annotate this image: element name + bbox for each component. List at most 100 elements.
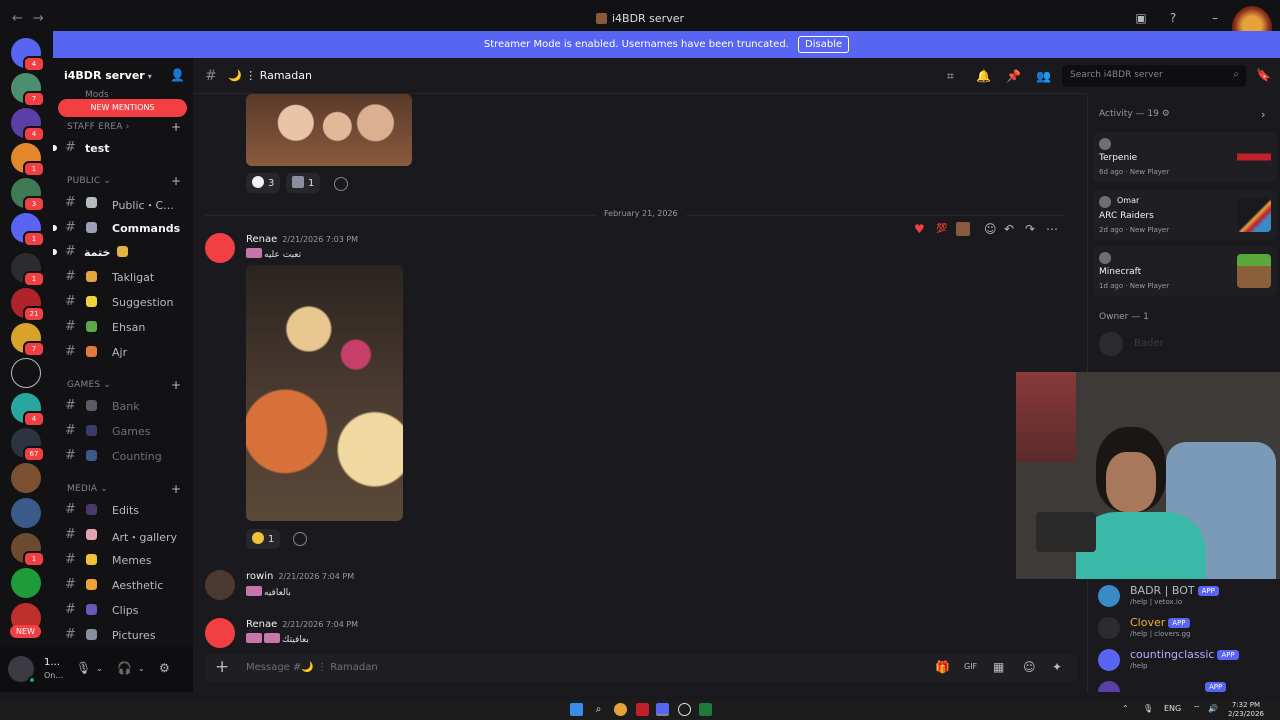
reaction-heart[interactable]: 3	[246, 173, 281, 193]
search-icon[interactable]: ⌕	[592, 703, 605, 716]
add-channel-icon[interactable]: +	[171, 482, 181, 496]
chevron-down-icon[interactable]: ⌄	[138, 664, 145, 673]
server-icon[interactable]: 1	[11, 533, 45, 567]
gif-icon[interactable]: GIF	[964, 662, 977, 671]
message-input[interactable]: Message #🌙 ⋮ Ramadan	[246, 662, 378, 673]
server-icon[interactable]: 3	[11, 178, 45, 212]
wifi-icon[interactable]: ⌔	[1193, 704, 1201, 714]
chevron-up-icon[interactable]: ⌃	[1122, 704, 1129, 713]
server-icon[interactable]: 21	[11, 288, 45, 322]
activity-card[interactable]: Terpenie 6d ago · New Player	[1093, 132, 1277, 182]
reaction-yum[interactable]: 1	[246, 529, 281, 549]
channel-suggestion[interactable]: # Suggestion	[53, 291, 193, 313]
member-app[interactable]: APP	[1098, 678, 1280, 692]
heart-reaction-icon[interactable]: ♥	[914, 222, 925, 236]
channel-counting[interactable]: # Counting	[53, 445, 193, 467]
owner-name[interactable]: Bader	[1134, 338, 1164, 349]
category-public[interactable]: PUBLIC ⌄ +	[67, 174, 181, 188]
excel-icon[interactable]	[699, 703, 712, 716]
microphone-icon[interactable]: 🎙	[1143, 704, 1153, 713]
activity-card[interactable]: Omar ARC Raiders 2d ago · New Player	[1093, 190, 1277, 240]
channel-bank[interactable]: # Bank	[53, 395, 193, 417]
channel-public[interactable]: # Public・C...	[53, 192, 193, 214]
channel-khatma[interactable]: # ختمة	[53, 241, 193, 263]
server-icon[interactable]: 4	[11, 393, 45, 427]
reply-icon[interactable]: ↶	[1004, 222, 1014, 236]
custom-emoji-icon[interactable]	[956, 222, 970, 236]
attach-plus-icon[interactable]: +	[215, 657, 229, 677]
sticker-icon[interactable]: ▦	[993, 660, 1004, 674]
help-icon[interactable]: ?	[1166, 11, 1180, 25]
channel-edits[interactable]: # Edits	[53, 499, 193, 521]
server-icon[interactable]: 67	[11, 428, 45, 462]
server-icon[interactable]: 4	[11, 108, 45, 142]
members-icon[interactable]: 👥	[1036, 69, 1051, 83]
channel-aesthetic[interactable]: # Aesthetic	[53, 574, 193, 596]
inbox-icon[interactable]: ▣	[1134, 11, 1148, 25]
server-icon[interactable]: 7	[11, 73, 45, 107]
hundred-icon[interactable]: 💯	[936, 224, 947, 234]
emoji-icon[interactable]: ☺	[1023, 660, 1036, 674]
bell-icon[interactable]: 🔔	[976, 69, 991, 83]
more-icon[interactable]: ⋯	[1046, 222, 1058, 236]
channel-clips[interactable]: # Clips	[53, 599, 193, 621]
bookmark-icon[interactable]: 🔖	[1256, 68, 1271, 82]
server-icon[interactable]	[11, 568, 41, 598]
chevron-down-icon[interactable]: ⌄	[96, 664, 103, 673]
obs-icon[interactable]	[678, 703, 691, 716]
server-icon[interactable]	[11, 463, 41, 493]
add-reaction-icon[interactable]	[334, 177, 348, 191]
channel-takligat[interactable]: # Takligat	[53, 266, 193, 288]
search-input[interactable]: Search i4BDR server ⌕	[1062, 65, 1246, 87]
gear-icon[interactable]: ⚙	[159, 661, 170, 675]
avatar[interactable]	[1099, 332, 1123, 356]
server-icon[interactable]: 7	[11, 323, 45, 357]
category-staff[interactable]: STAFF EREA › +	[67, 120, 181, 134]
member-app[interactable]: countingclassic APP /help	[1098, 646, 1280, 676]
username[interactable]: 1...	[44, 657, 60, 668]
channel-test[interactable]: # test	[53, 137, 193, 159]
avatar[interactable]	[205, 570, 235, 600]
disable-button[interactable]: Disable	[798, 36, 850, 53]
channel-commands[interactable]: # Commands	[53, 217, 193, 239]
channel-memes[interactable]: # Memes	[53, 549, 193, 571]
start-icon[interactable]	[570, 703, 583, 716]
avatar[interactable]	[205, 233, 235, 263]
channel-games[interactable]: # Games	[53, 420, 193, 442]
member-app[interactable]: Clover APP /help | clovers.gg	[1098, 614, 1280, 644]
gift-icon[interactable]: 🎁	[935, 660, 950, 674]
invite-icon[interactable]: 👤	[170, 68, 185, 82]
avatar[interactable]	[205, 618, 235, 648]
channel-art-gallery[interactable]: # Art・gallery	[53, 524, 193, 546]
server-name[interactable]: i4BDR server ▾	[64, 69, 152, 82]
add-channel-icon[interactable]: +	[171, 378, 181, 392]
category-media[interactable]: MEDIA ⌄ +	[67, 482, 181, 496]
category-games[interactable]: GAMES ⌄ +	[67, 378, 181, 392]
server-icon[interactable]	[11, 358, 41, 388]
new-mentions-pill[interactable]: NEW MENTIONS	[58, 99, 187, 117]
threads-icon[interactable]: ⌗	[947, 69, 954, 84]
headphones-icon[interactable]: 🎧	[117, 661, 132, 675]
clock[interactable]: 7:32 PM 2/23/2026	[1228, 701, 1264, 719]
server-icon[interactable]: 1	[11, 213, 45, 247]
message-author[interactable]: Renae 2/21/2026 7:03 PM	[246, 234, 358, 245]
food-image[interactable]	[246, 94, 412, 166]
add-reaction-icon[interactable]: ☺	[984, 222, 997, 236]
channel-ajr[interactable]: # Ajr	[53, 341, 193, 363]
server-icon[interactable]: 1	[11, 143, 45, 177]
add-channel-icon[interactable]: +	[171, 174, 181, 188]
food-table-image[interactable]	[246, 265, 403, 521]
server-icon[interactable]: 1	[11, 253, 45, 287]
chrome-icon[interactable]	[614, 703, 627, 716]
activity-card[interactable]: Minecraft 1d ago · New Player	[1093, 246, 1277, 296]
channel-pictures[interactable]: # Pictures	[53, 624, 193, 646]
app-icon[interactable]	[636, 703, 649, 716]
add-channel-icon[interactable]: +	[171, 120, 181, 134]
add-reaction-icon[interactable]	[293, 532, 307, 546]
language-indicator[interactable]: ENG	[1164, 704, 1181, 713]
minimize-icon[interactable]: –	[1208, 11, 1222, 25]
forward-icon[interactable]: ↷	[1025, 222, 1035, 236]
chevron-right-icon[interactable]: ›	[1261, 108, 1265, 121]
discord-icon[interactable]	[656, 703, 669, 716]
message-author[interactable]: rowin 2/21/2026 7:04 PM	[246, 571, 354, 582]
